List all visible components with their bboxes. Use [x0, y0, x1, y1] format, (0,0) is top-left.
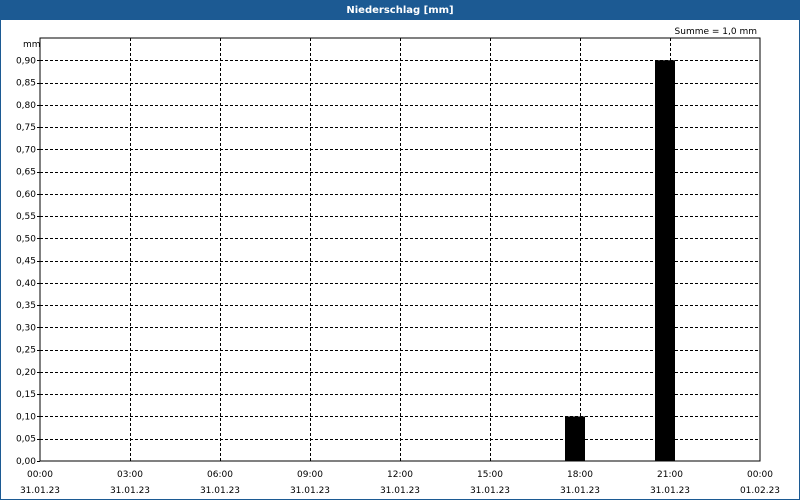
y-tick-label: 0,45: [16, 257, 36, 267]
x-tick-labels: 00:00 31.01.23 03:00 31.01.23 06:00 31.01.23 0…: [20, 470, 780, 496]
y-tick-label: 0,10: [16, 412, 36, 422]
y-tick-label: 0,05: [16, 435, 36, 445]
x-tick-date: 31.01.23: [290, 486, 330, 496]
x-tick-time: 00:00: [747, 470, 773, 480]
y-tick-label: 0,60: [16, 190, 36, 200]
y-tick-label: 0,40: [16, 279, 36, 289]
precipitation-bar: [655, 60, 675, 462]
y-tick-label: 0,55: [16, 212, 36, 222]
x-tick-time: 18:00: [567, 470, 593, 480]
y-tick-label: 0,85: [16, 79, 36, 89]
y-tick-label: 0,25: [16, 346, 36, 356]
x-tick-date: 31.01.23: [560, 486, 600, 496]
y-tick-label: 0,00: [16, 457, 36, 467]
y-tick-label: 0,35: [16, 301, 36, 311]
y-tick-label: 0,30: [16, 323, 36, 333]
y-tick-label: 0,20: [16, 368, 36, 378]
y-tick-label: 0,80: [16, 101, 36, 111]
x-tick-time: 21:00: [657, 470, 683, 480]
x-tick-time: 15:00: [477, 470, 503, 480]
y-tick-label: 0,75: [16, 123, 36, 133]
y-tick-label: 0,50: [16, 234, 36, 244]
y-tick-label: 0,90: [16, 56, 36, 66]
x-tick-date: 31.01.23: [20, 486, 60, 496]
grid: [40, 38, 760, 461]
x-tick-time: 00:00: [27, 470, 53, 480]
x-tick-date: 01.02.23: [740, 486, 780, 496]
y-tick-labels: 0,00 0,05 0,10 0,15 0,20 0,25 0,30 0,35 0,40 0,45…: [16, 56, 40, 467]
x-tick-time: 03:00: [117, 470, 143, 480]
precipitation-chart: mm Summe = 1,0 mm 0,000,050,100,150,200,…: [16, 27, 780, 496]
x-tick-time: 09:00: [297, 470, 323, 480]
y-axis-label: mm: [23, 40, 41, 50]
x-tick-time: 12:00: [387, 470, 413, 480]
bars: [565, 60, 675, 462]
x-tick-date: 31.01.23: [470, 486, 510, 496]
x-tick-date: 31.01.23: [380, 486, 420, 496]
y-tick-label: 0,65: [16, 168, 36, 178]
x-tick-time: 06:00: [207, 470, 233, 480]
sum-annotation: Summe = 1,0 mm: [675, 27, 757, 37]
x-tick-date: 31.01.23: [650, 486, 690, 496]
precipitation-bar: [565, 416, 585, 461]
y-tick-label: 0,70: [16, 145, 36, 155]
x-tick-date: 31.01.23: [200, 486, 240, 496]
y-tick-label: 0,15: [16, 390, 36, 400]
x-tick-date: 31.01.23: [110, 486, 150, 496]
